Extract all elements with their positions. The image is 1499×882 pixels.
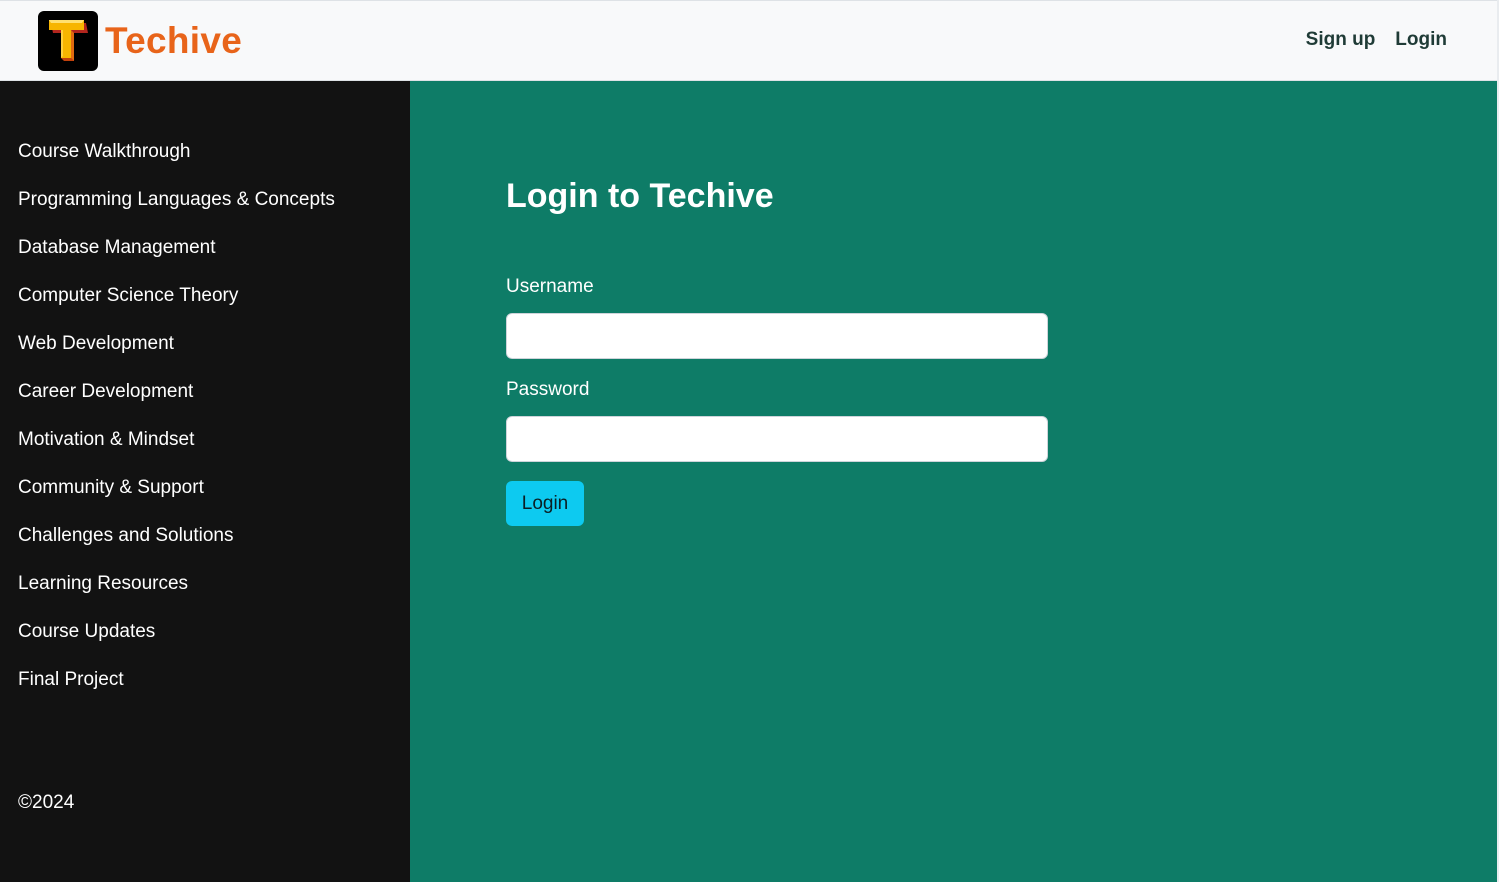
sidebar-item-learning-resources[interactable]: Learning Resources <box>18 573 188 594</box>
login-button[interactable]: Login <box>506 481 584 526</box>
copyright-text: ©2024 <box>18 792 75 813</box>
sidebar-item-computer-science-theory[interactable]: Computer Science Theory <box>18 285 238 306</box>
sidebar-item-challenges-solutions[interactable]: Challenges and Solutions <box>18 525 234 546</box>
sidebar-item-web-development[interactable]: Web Development <box>18 333 174 354</box>
sidebar-item-motivation-mindset[interactable]: Motivation & Mindset <box>18 429 194 450</box>
sidebar-item-course-walkthrough[interactable]: Course Walkthrough <box>18 141 190 162</box>
password-label: Password <box>506 379 590 400</box>
sidebar-item-community-support[interactable]: Community & Support <box>18 477 204 498</box>
top-navbar: Techive Sign up Login <box>0 0 1497 81</box>
sidebar-item-final-project[interactable]: Final Project <box>18 669 124 690</box>
brand-name: Techive <box>105 20 243 61</box>
techive-t-logo-icon <box>38 11 98 71</box>
login-panel: Login to Techive Username Password Login <box>410 81 1497 882</box>
signup-link[interactable]: Sign up <box>1306 29 1376 51</box>
sidebar-item-course-updates[interactable]: Course Updates <box>18 621 155 642</box>
login-link[interactable]: Login <box>1395 29 1447 51</box>
sidebar: Course Walkthrough Programming Languages… <box>0 81 410 882</box>
sidebar-item-programming-languages[interactable]: Programming Languages & Concepts <box>18 189 335 210</box>
sidebar-menu: Course Walkthrough Programming Languages… <box>18 139 335 715</box>
password-input[interactable] <box>506 416 1048 462</box>
sidebar-item-database-management[interactable]: Database Management <box>18 237 216 258</box>
brand-link[interactable]: Techive <box>38 11 242 71</box>
header-nav: Sign up Login <box>1306 29 1447 51</box>
sidebar-item-career-development[interactable]: Career Development <box>18 381 193 402</box>
page-title: Login to Techive <box>506 177 774 215</box>
username-label: Username <box>506 276 594 297</box>
username-input[interactable] <box>506 313 1048 359</box>
